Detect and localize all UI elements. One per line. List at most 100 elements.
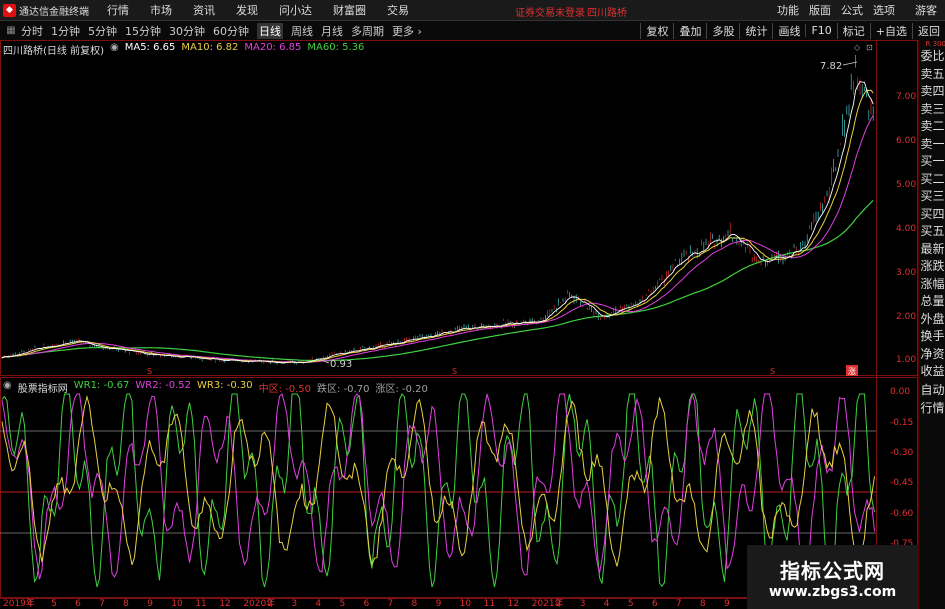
- ma10-line: [1, 89, 874, 364]
- mark-button[interactable]: 标记: [836, 22, 870, 39]
- x-axis-label: 10: [460, 599, 472, 609]
- x-axis-label: 7: [676, 599, 682, 609]
- x-axis-label: 8: [700, 599, 706, 609]
- back-button[interactable]: 返回: [912, 22, 945, 39]
- quote-field-6[interactable]: 买一: [919, 153, 945, 171]
- signal-marker[interactable]: S: [770, 367, 775, 376]
- x-axis-label: 4: [604, 599, 610, 609]
- high-price-pointer: [842, 61, 858, 66]
- quote-field-10[interactable]: 买五: [919, 223, 945, 241]
- period-weekly[interactable]: 周线: [291, 23, 313, 39]
- menu-item-function[interactable]: 功能: [777, 2, 799, 18]
- quote-field-0[interactable]: 委比: [919, 48, 945, 66]
- main-chart-title[interactable]: 四川路桥(日线 前复权): [3, 42, 104, 57]
- x-axis-label: 11: [484, 599, 495, 609]
- quote-field-18[interactable]: 收益: [919, 363, 945, 381]
- quote-button[interactable]: 行情: [919, 400, 945, 418]
- quote-field-2[interactable]: 卖四: [919, 83, 945, 101]
- signal-marker[interactable]: S: [147, 367, 152, 376]
- wr1-line: [1, 393, 875, 588]
- app-logo-icon: ◆: [3, 3, 16, 17]
- period-monthly[interactable]: 月线: [321, 23, 343, 39]
- current-stock-name[interactable]: 四川路桥: [587, 4, 627, 19]
- x-axis-label: 5: [628, 599, 634, 609]
- rise-zone-label: 涨区: -0.20: [375, 384, 428, 395]
- quote-field-8[interactable]: 买三: [919, 188, 945, 206]
- quote-field-13[interactable]: 涨幅: [919, 276, 945, 294]
- add-watchlist-button[interactable]: +自选: [869, 22, 912, 39]
- quote-field-9[interactable]: 买四: [919, 206, 945, 224]
- menu-item-quotes[interactable]: 行情: [107, 2, 129, 18]
- period-intraday[interactable]: 分时: [21, 23, 43, 39]
- menu-item-wealth[interactable]: 财富圈: [333, 2, 366, 18]
- menu-item-discover[interactable]: 发现: [236, 2, 258, 18]
- sub-y-tick: -0.30: [890, 448, 914, 458]
- quote-field-4[interactable]: 卖二: [919, 118, 945, 136]
- signal-marker[interactable]: S: [452, 367, 457, 376]
- menu-item-formula[interactable]: 公式: [841, 2, 863, 18]
- period-5min[interactable]: 5分钟: [88, 23, 117, 39]
- x-axis-label: 2: [267, 599, 273, 609]
- candlestick-layer: [1, 55, 874, 365]
- auto-button[interactable]: 自动: [919, 382, 945, 400]
- draw-line-button[interactable]: 画线: [772, 22, 805, 39]
- period-15min[interactable]: 15分钟: [125, 23, 161, 39]
- main-y-tick: 3.00: [896, 268, 916, 278]
- x-axis-label: 3: [291, 599, 297, 609]
- signal-markers: S S S 涨: [147, 365, 858, 376]
- high-price-label: 7.82: [820, 61, 842, 72]
- overlay-button[interactable]: 叠加: [673, 22, 706, 39]
- period-multi[interactable]: 多周期: [351, 23, 384, 39]
- right-quote-panel: R 300 委比 卖五 卖四 卖三 卖二 卖一 买一 买二 买三 买四 买五 最新 涨跌 涨幅 总量 外盘 换手…: [918, 40, 945, 609]
- quote-field-16[interactable]: 换手: [919, 328, 945, 346]
- chart-settings-icon[interactable]: ▦: [4, 24, 18, 38]
- quote-field-17[interactable]: 净资: [919, 346, 945, 364]
- quote-field-14[interactable]: 总量: [919, 293, 945, 311]
- quote-field-5[interactable]: 卖一: [919, 136, 945, 154]
- quote-field-15[interactable]: 外盘: [919, 311, 945, 329]
- sub-chart-title[interactable]: 股票指标网: [18, 380, 68, 395]
- quote-field-12[interactable]: 涨跌: [919, 258, 945, 276]
- menu-item-trade[interactable]: 交易: [387, 2, 409, 18]
- sub-y-tick: -0.15: [890, 418, 913, 428]
- login-status[interactable]: 证券交易未登录: [515, 4, 585, 19]
- end-marker[interactable]: 涨: [848, 366, 856, 376]
- fall-zone-label: 跌区: -0.70: [317, 384, 370, 395]
- quote-field-list: 委比 卖五 卖四 卖三 卖二 卖一 买一 买二 买三 买四 买五 最新 涨跌 涨幅 总量 外盘 换手 净资 收益: [919, 48, 945, 381]
- main-y-axis: 7.00 6.00 5.00 4.00 3.00 2.00 1.00: [896, 92, 916, 365]
- main-y-tick: 4.00: [896, 224, 916, 234]
- settings-icon[interactable]: ◉: [110, 42, 119, 57]
- menu-item-market[interactable]: 市场: [150, 2, 172, 18]
- period-1min[interactable]: 1分钟: [51, 23, 80, 39]
- menu-item-news[interactable]: 资讯: [193, 2, 215, 18]
- ma5-label: MA5: 6.65: [124, 42, 176, 53]
- chevron-right-icon: ›: [417, 24, 422, 38]
- menu-item-ask[interactable]: 问小达: [279, 2, 312, 18]
- guest-login[interactable]: 游客: [915, 2, 937, 18]
- multi-stock-button[interactable]: 多股: [706, 22, 739, 39]
- period-more[interactable]: 更多 ›: [392, 23, 422, 39]
- quote-field-1[interactable]: 卖五: [919, 66, 945, 84]
- x-axis-label: 6: [75, 599, 81, 609]
- menu-item-options[interactable]: 选项: [873, 2, 895, 18]
- x-axis-label: 7: [388, 599, 394, 609]
- expand-icon[interactable]: ⊡: [866, 43, 873, 52]
- quote-field-11[interactable]: 最新: [919, 241, 945, 259]
- quote-field-3[interactable]: 卖三: [919, 101, 945, 119]
- toolbar-right-buttons: 复权 叠加 多股 统计 画线 F10 标记 +自选 返回: [640, 21, 945, 40]
- sub-y-tick: -0.60: [890, 509, 914, 519]
- period-30min[interactable]: 30分钟: [169, 23, 205, 39]
- menu-item-layout[interactable]: 版面: [809, 2, 831, 18]
- f10-button[interactable]: F10: [805, 24, 836, 37]
- adjust-button[interactable]: 复权: [640, 22, 673, 39]
- settings-icon[interactable]: ◉: [3, 380, 12, 395]
- main-y-tick: 1.00: [896, 355, 916, 365]
- period-60min[interactable]: 60分钟: [213, 23, 249, 39]
- x-axis-label: 4: [27, 599, 33, 609]
- chart-area[interactable]: 7.00 6.00 5.00 4.00 3.00 2.00 1.00 0.00 …: [0, 40, 918, 609]
- quote-field-7[interactable]: 买二: [919, 171, 945, 189]
- period-daily[interactable]: 日线: [257, 22, 283, 39]
- middle-zone-label: 中区: -0.50: [258, 384, 312, 395]
- statistics-button[interactable]: 统计: [739, 22, 772, 39]
- x-axis-label: 12: [219, 599, 230, 609]
